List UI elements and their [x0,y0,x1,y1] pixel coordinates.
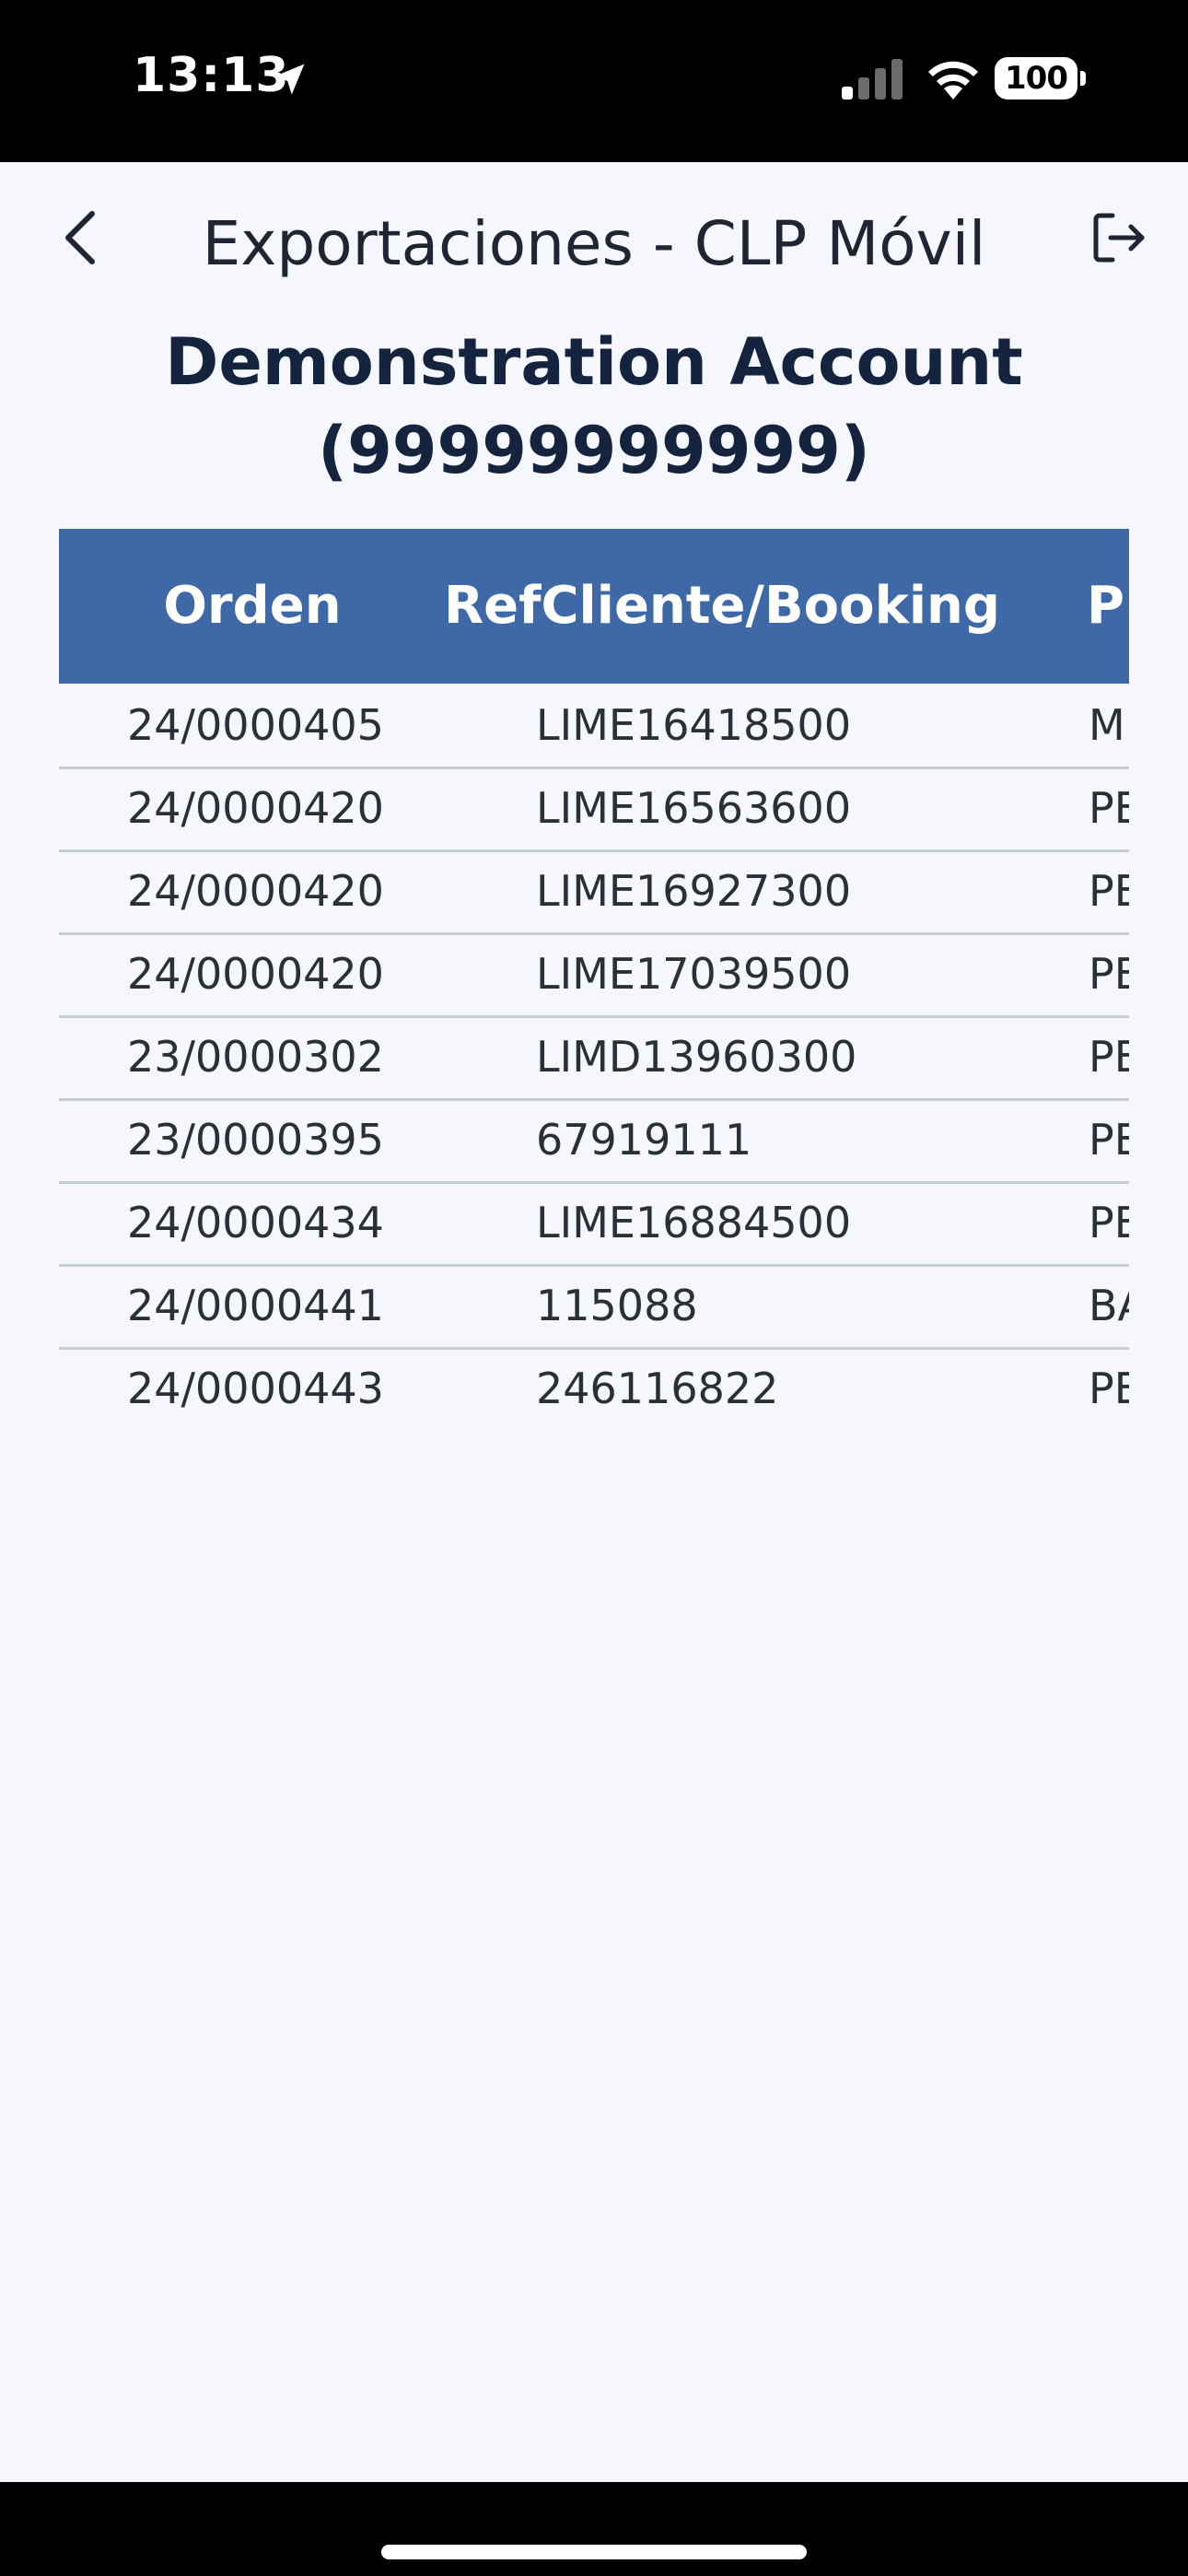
back-button[interactable] [46,201,112,275]
table-row[interactable]: 23/0000395 67919111 PE [59,1098,1129,1184]
table-row[interactable]: 24/0000420 LIME16927300 PE [59,849,1129,935]
column-header-third[interactable]: PE [1087,529,1129,684]
cell-third: PE [1089,866,1129,916]
chevron-left-icon [65,211,95,264]
account-name: Demonstration Account [165,324,1023,400]
table-row[interactable]: 24/0000441 115088 BA [59,1264,1129,1350]
page-title: Exportaciones - CLP Móvil [202,208,986,279]
logout-button[interactable] [1083,203,1153,273]
cell-orden: 23/0000302 [127,1032,384,1082]
battery-indicator: 100 [995,57,1087,100]
table-row[interactable]: 24/0000420 LIME17039500 PE [59,932,1129,1018]
table-row[interactable]: 24/0000434 LIME16884500 PE [59,1181,1129,1267]
battery-tip [1080,71,1086,86]
cell-ref: LIME16563600 [536,783,852,833]
cell-ref: LIMD13960300 [536,1032,857,1082]
table-row[interactable]: 24/0000405 LIME16418500 M [59,684,1129,769]
cell-third: PE [1089,1364,1129,1413]
cell-third: M [1089,700,1125,750]
status-time: 13:13 [133,48,290,103]
cell-orden: 24/0000443 [127,1364,384,1413]
cell-orden: 23/0000395 [127,1115,384,1165]
cell-third: BA [1089,1281,1129,1330]
table-row[interactable]: 24/0000420 LIME16563600 PE [59,767,1129,852]
table-header: Orden RefCliente/Booking PE [59,529,1129,684]
exports-table[interactable]: Orden RefCliente/Booking PE 24/0000405 L… [59,529,1129,1423]
navigation-bar: Exportaciones - CLP Móvil [0,162,1188,319]
cell-third: PE [1089,1032,1129,1082]
column-header-ref-cliente-booking[interactable]: Ref Cliente/Booking [444,529,1000,684]
table-row[interactable]: 23/0000302 LIMD13960300 PE [59,1015,1129,1101]
cell-orden: 24/0000441 [127,1281,384,1330]
cell-orden: 24/0000420 [127,783,384,833]
cell-third: PE [1089,783,1129,833]
cell-third: PE [1089,949,1129,999]
location-arrow-icon [274,64,305,95]
home-indicator[interactable] [381,2545,807,2559]
cell-third: PE [1089,1198,1129,1247]
status-bar: 13:13 100 [0,0,1188,162]
battery-level: 100 [995,57,1077,100]
cell-ref: 67919111 [536,1115,752,1165]
account-id: (99999999999) [318,413,870,488]
cellular-signal-icon [842,59,903,100]
cell-orden: 24/0000434 [127,1198,384,1247]
cell-ref: LIME16418500 [536,700,852,750]
table-row[interactable]: 24/0000443 246116822 PE [59,1347,1129,1423]
cell-third: PE [1089,1115,1129,1165]
cell-ref: LIME17039500 [536,949,852,999]
cell-orden: 24/0000420 [127,949,384,999]
cell-ref: 115088 [536,1281,698,1330]
home-indicator-bar [0,2482,1188,2576]
cell-ref: LIME16927300 [536,866,852,916]
wifi-icon [928,61,978,100]
column-header-orden[interactable]: Orden [59,529,446,684]
cell-orden: 24/0000405 [127,700,384,750]
logout-icon [1093,213,1145,263]
cell-orden: 24/0000420 [127,866,384,916]
cell-ref: 246116822 [536,1364,779,1413]
cell-ref: LIME16884500 [536,1198,852,1247]
